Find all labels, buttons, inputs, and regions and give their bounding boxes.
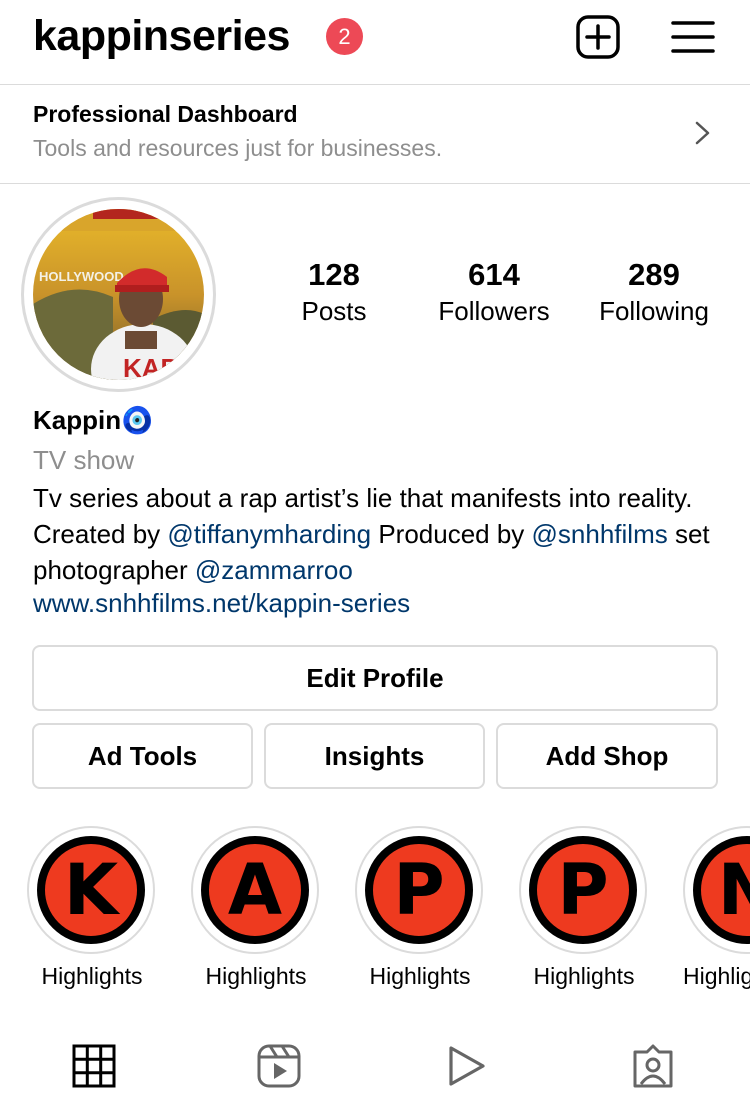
avatar[interactable]: HOLLYWOOD KAPP [33,209,204,380]
highlight-label: Highlights [533,963,635,989]
profile-tabs [0,1030,750,1100]
following-label: Following [599,296,709,326]
edit-profile-button[interactable]: Edit Profile [32,645,718,711]
bio-text-2: Produced by [371,519,532,549]
add-shop-button[interactable]: Add Shop [496,723,718,789]
professional-dashboard-row[interactable]: Professional Dashboard Tools and resourc… [0,85,750,183]
mention-link-snhhfilms[interactable]: @snhhfilms [532,519,668,549]
highlight-label: Highlights [205,963,307,989]
profile-category: TV show [33,445,135,475]
posts-count: 128 [308,257,360,292]
mention-link-tiffanymharding[interactable]: @tiffanymharding [167,519,371,549]
stat-followers[interactable]: 614 Followers [424,256,564,328]
avatar-hollywood-text: HOLLYWOOD [39,269,124,284]
new-post-button[interactable] [575,14,621,60]
username-title[interactable]: kappinseries [33,12,290,61]
highlight-overflow-clip: N Highlights [683,826,750,996]
ad-tools-button[interactable]: Ad Tools [32,723,253,789]
website-link[interactable]: www.snhhfilms.net/kappin-series [33,588,410,619]
hamburger-menu-icon [671,21,715,53]
menu-button[interactable] [670,14,716,60]
highlight-letter: A [206,841,304,939]
following-count: 289 [628,257,680,292]
highlight-item[interactable]: P Highlights [355,826,485,996]
followers-label: Followers [438,296,550,326]
highlight-label: Highlights [683,963,750,989]
highlight-label: Highlights [41,963,143,989]
highlight-cover: P [365,836,473,944]
tab-reels[interactable] [257,1044,301,1088]
tagged-icon [633,1044,673,1088]
nazar-emoji-icon: 🧿 [121,405,154,435]
notification-badge[interactable]: 2 [326,18,363,55]
profile-bio: Tv series about a rap artist’s lie that … [33,480,723,588]
highlight-letter: P [534,841,632,939]
tab-grid[interactable] [72,1044,116,1088]
stat-posts[interactable]: 128 Posts [284,256,384,328]
highlight-cover: K [37,836,145,944]
tab-tagged[interactable] [631,1044,675,1088]
tab-videos[interactable] [443,1044,487,1088]
highlight-item[interactable]: N Highlights [683,826,750,996]
highlight-letter: P [370,841,468,939]
plus-square-icon [576,15,620,59]
posts-label: Posts [301,296,367,326]
mention-link-zammarroo[interactable]: @zammarroo [195,555,353,585]
reels-icon [257,1044,301,1088]
profile-name: Kappin 🧿 [33,405,153,436]
chevron-right-icon [695,121,710,145]
top-header: kappinseries 2 [0,0,750,84]
highlight-item[interactable]: A Highlights [191,826,321,996]
play-icon [449,1046,485,1086]
highlight-item[interactable]: P Highlights [519,826,649,996]
dashboard-divider [0,183,750,184]
stat-following[interactable]: 289 Following [584,256,724,328]
highlight-cover: A [201,836,309,944]
highlight-item[interactable]: K Highlights [27,826,157,996]
dashboard-title: Professional Dashboard [33,101,298,127]
insights-button[interactable]: Insights [264,723,485,789]
highlight-label: Highlights [369,963,471,989]
grid-icon [72,1044,116,1088]
dashboard-subtitle: Tools and resources just for businesses. [33,135,443,161]
avatar-image: HOLLYWOOD KAPP [33,209,204,380]
highlight-cover: P [529,836,637,944]
highlight-letter: N [698,841,750,939]
highlight-letter: K [42,841,140,939]
followers-count: 614 [468,257,520,292]
profile-name-text: Kappin [33,405,122,435]
